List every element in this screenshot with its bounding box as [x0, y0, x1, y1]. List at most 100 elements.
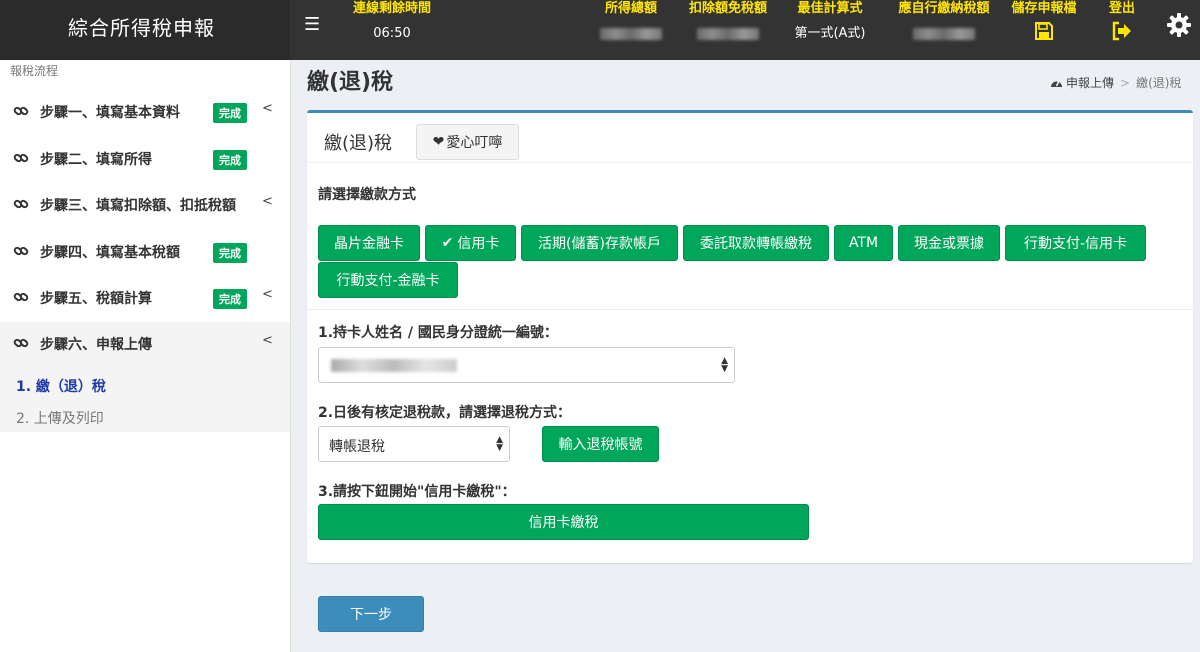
app-title: 綜合所得稅申報 [68, 16, 215, 40]
sidebar-step-3[interactable]: 步驟三、填寫扣除額、扣抵稅額 < [0, 183, 290, 229]
breadcrumb-separator: > [1120, 76, 1131, 90]
chevron-left-icon: < [262, 333, 273, 348]
best-formula-label: 最佳計算式 [797, 1, 863, 16]
refund-account-label: 輸入退稅帳號 [558, 437, 643, 453]
best-formula-value: 第一式(A式) [794, 26, 866, 41]
payment-box-header: 繳(退)稅 ❤ 愛心叮嚀 [307, 113, 1193, 163]
best-formula: 最佳計算式 第一式(A式) [785, 0, 875, 42]
link-icon [13, 292, 29, 302]
tax-payable-label: 應自行繳納稅額 [898, 1, 990, 16]
refund-method-select[interactable]: 轉帳退稅 ▲ ▼ [318, 426, 510, 462]
sidebar-step-label: 步驟四、填寫基本稅額 [40, 245, 180, 261]
next-step-label: 下一步 [350, 607, 392, 623]
logout-button[interactable]: 登出 [1100, 0, 1144, 41]
status-badge: 完成 [213, 103, 247, 123]
cardholder-value-masked [331, 359, 457, 372]
sidebar-step-label: 步驟二、填寫所得 [40, 152, 152, 168]
settings-gear-icon[interactable] [1166, 12, 1192, 42]
session-timer-value: 06:50 [373, 26, 411, 41]
payment-box: 繳(退)稅 ❤ 愛心叮嚀 請選擇繳款方式 晶片金融卡 ✔ 信用卡 活期(儲蓄)存款… [307, 110, 1193, 563]
method-label: 活期(儲蓄)存款帳戶 [538, 236, 661, 252]
method-entrusted-transfer-button[interactable]: 委託取款轉帳繳稅 [683, 225, 829, 261]
sidebar-subitems: 1. 繳（退）稅 2. 上傳及列印 [0, 368, 290, 432]
credit-card-pay-label: 信用卡繳稅 [528, 515, 599, 531]
save-file-label: 儲存申報檔 [1011, 1, 1077, 16]
method-label: 委託取款轉帳繳稅 [700, 236, 812, 252]
sidebar-step-4[interactable]: 步驟四、填寫基本稅額 完成 [0, 230, 290, 276]
income-total: 所得總額 [596, 0, 666, 45]
method-label: 行動支付-信用卡 [1023, 236, 1128, 252]
method-label: ATM [848, 235, 879, 251]
page-title: 繳(退)稅 [307, 70, 394, 95]
sign-out-icon [1112, 21, 1131, 41]
start-payment-question: 3.請按下鈕開始"信用卡繳稅"： [318, 484, 516, 500]
chevron-left-icon: < [262, 101, 273, 116]
payment-box-title: 繳(退)稅 [324, 133, 393, 154]
breadcrumb-home[interactable]: 申報上傳 [1066, 76, 1114, 90]
link-icon [13, 199, 29, 209]
tax-payable: 應自行繳納稅額 [890, 0, 998, 45]
top-header: 綜合所得稅申報 ☰ 連線剩餘時間 06:50 所得總額 扣除額免稅額 最佳計算式… [0, 0, 1200, 60]
menu-toggle-icon[interactable]: ☰ [304, 14, 320, 35]
method-mobile-credit-button[interactable]: 行動支付-信用卡 [1005, 225, 1146, 261]
select-arrows-icon: ▲ ▼ [496, 435, 503, 453]
method-label: 行動支付-金融卡 [336, 273, 440, 289]
cardholder-question: 1.持卡人姓名 / 國民身分證統一編號： [318, 325, 558, 341]
floppy-disk-icon [1035, 22, 1053, 40]
sidebar-title: 報稅流程 [10, 64, 59, 78]
income-total-value-masked [600, 28, 662, 40]
method-mobile-debit-button[interactable]: 行動支付-金融卡 [318, 262, 458, 298]
breadcrumb-current: 繳(退)稅 [1136, 76, 1182, 90]
chevron-left-icon: < [262, 194, 273, 209]
select-arrows-icon: ▲ ▼ [721, 356, 728, 374]
sidebar-step-2[interactable]: 步驟二、填寫所得 完成 [0, 137, 290, 183]
status-badge: 完成 [213, 150, 247, 170]
income-total-label: 所得總額 [604, 1, 657, 16]
method-chip-card-button[interactable]: 晶片金融卡 [318, 225, 420, 261]
sidebar-step-1[interactable]: 步驟一、填寫基本資料 完成 < [0, 90, 290, 136]
save-file-button[interactable]: 儲存申報檔 [1006, 0, 1082, 41]
dashboard-icon [1051, 80, 1062, 87]
sidebar-step-label: 步驟一、填寫基本資料 [40, 105, 180, 121]
link-icon [13, 246, 29, 256]
deduction-total-label: 扣除額免稅額 [688, 1, 767, 16]
sidebar-subitem-upload-print[interactable]: 2. 上傳及列印 [16, 408, 104, 428]
method-cash-check-button[interactable]: 現金或票據 [898, 225, 1000, 261]
sidebar-step-5[interactable]: 步驟五、稅額計算 完成 < [0, 276, 290, 322]
credit-card-pay-button[interactable]: 信用卡繳稅 [318, 504, 809, 540]
link-icon [13, 338, 29, 348]
sidebar-step-label: 步驟三、填寫扣除額、扣抵稅額 [40, 198, 236, 214]
payment-method-prompt: 請選擇繳款方式 [318, 187, 416, 203]
app-brand: 綜合所得稅申報 [0, 0, 290, 60]
care-tips-button[interactable]: ❤ 愛心叮嚀 [416, 124, 519, 160]
method-label: 現金或票據 [914, 236, 984, 252]
status-badge: 完成 [213, 243, 247, 263]
sidebar-step-label: 步驟六、申報上傳 [40, 337, 152, 353]
check-icon: ✔ [441, 235, 454, 251]
link-icon [13, 153, 29, 163]
logout-label: 登出 [1108, 1, 1135, 16]
sidebar: 報稅流程 步驟一、填寫基本資料 完成 < 步驟二、填寫所得 完成 步驟三、填寫扣… [0, 60, 291, 652]
tax-payable-value-masked [913, 28, 975, 40]
method-atm-button[interactable]: ATM [834, 225, 893, 261]
link-icon [13, 106, 29, 116]
sidebar-step-6[interactable]: 步驟六、申報上傳 < [0, 322, 290, 368]
heart-icon: ❤ [432, 134, 445, 150]
method-label: 晶片金融卡 [334, 236, 404, 252]
breadcrumb: 申報上傳 > 繳(退)稅 [1050, 74, 1181, 91]
chevron-left-icon: < [262, 287, 273, 302]
care-tips-label: 愛心叮嚀 [446, 135, 503, 151]
status-badge: 完成 [213, 289, 247, 309]
deduction-total-value-masked [697, 28, 759, 40]
session-timer-label: 連線剩餘時間 [352, 1, 431, 16]
next-step-button[interactable]: 下一步 [318, 596, 424, 632]
method-label: 信用卡 [457, 236, 500, 252]
method-credit-card-button[interactable]: ✔ 信用卡 [425, 225, 516, 261]
method-deposit-account-button[interactable]: 活期(儲蓄)存款帳戶 [521, 225, 678, 261]
sidebar-step-label: 步驟五、稅額計算 [40, 291, 152, 307]
refund-method-value: 轉帳退稅 [329, 439, 385, 455]
cardholder-select[interactable]: ▲ ▼ [318, 347, 735, 383]
refund-account-button[interactable]: 輸入退稅帳號 [542, 426, 659, 462]
refund-question: 2.日後有核定退稅款，請選擇退稅方式： [318, 405, 572, 421]
sidebar-subitem-pay-refund[interactable]: 1. 繳（退）稅 [16, 376, 106, 396]
